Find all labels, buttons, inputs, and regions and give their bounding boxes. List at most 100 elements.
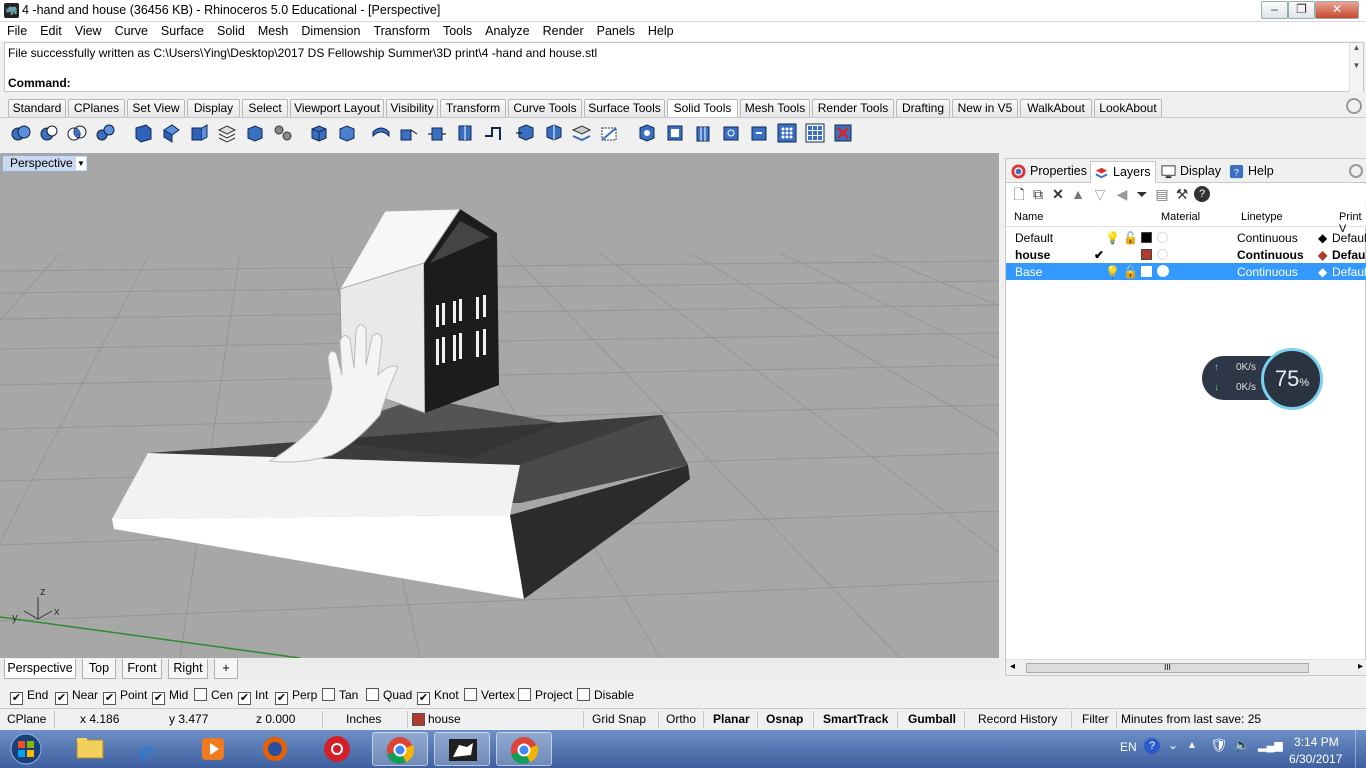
tab-viewport-layout[interactable]: Viewport Layout <box>290 99 384 117</box>
tray-chevron-icon[interactable]: ⌄ <box>1168 738 1178 752</box>
box-solid-icon[interactable] <box>244 122 266 144</box>
fillet-edge-icon[interactable] <box>370 122 392 144</box>
osnap-knot-checkbox[interactable]: ✔ <box>417 692 430 705</box>
minimize-button[interactable]: – <box>1261 1 1288 19</box>
filter-icon[interactable]: ⏷ <box>1134 186 1150 202</box>
netease-music-icon[interactable] <box>310 732 366 766</box>
move-face-icon[interactable] <box>426 122 448 144</box>
tab-lookabout[interactable]: LookAbout <box>1094 99 1162 117</box>
tray-help-icon[interactable]: ? <box>1144 738 1160 754</box>
scroll-thumb[interactable]: III <box>1026 663 1309 673</box>
osnap-disable-checkbox[interactable] <box>577 688 590 701</box>
osnap-vertex-checkbox[interactable] <box>464 688 477 701</box>
tab-new-in-v5[interactable]: New in V5 <box>952 99 1018 117</box>
tab-drafting[interactable]: Drafting <box>896 99 950 117</box>
viewport-menu-chevron-icon[interactable]: ▼ <box>76 157 86 170</box>
tray-shield-icon[interactable]: 🛡 <box>1210 737 1228 754</box>
chrome-icon[interactable] <box>372 732 428 766</box>
add-viewport-plus-icon[interactable]: + <box>214 659 238 679</box>
layer-color-swatch[interactable] <box>1141 249 1152 260</box>
command-input[interactable] <box>77 73 1347 91</box>
status-units[interactable]: Inches <box>346 712 381 726</box>
tools-icon[interactable]: ⚒ <box>1174 186 1190 202</box>
osnap-mid[interactable]: ✔ Mid <box>152 688 188 705</box>
layer-print-width[interactable]: Defaul <box>1332 231 1366 245</box>
osnap-int-checkbox[interactable]: ✔ <box>238 692 251 705</box>
layer-color-swatch[interactable] <box>1141 266 1152 277</box>
layer-linetype[interactable]: Continuous <box>1237 265 1298 279</box>
osnap-mid-checkbox[interactable]: ✔ <box>152 692 165 705</box>
menu-panels[interactable]: Panels <box>590 22 641 41</box>
menu-surface[interactable]: Surface <box>154 22 210 41</box>
move-edge-icon[interactable] <box>542 122 564 144</box>
col-linetype[interactable]: Linetype <box>1241 211 1283 223</box>
solid-box-icon[interactable] <box>308 122 330 144</box>
chamfer-edge-icon[interactable] <box>398 122 420 144</box>
osnap-project-checkbox[interactable] <box>518 688 531 701</box>
boolean-intersection-icon[interactable] <box>66 122 88 144</box>
osnap-knot[interactable]: ✔ Knot <box>417 688 459 705</box>
maximize-button[interactable]: ❐ <box>1288 1 1315 19</box>
menu-transform[interactable]: Transform <box>366 22 436 41</box>
viewport-tab-top[interactable]: Top <box>82 659 116 679</box>
layer-states-icon[interactable]: ▤ <box>1154 186 1170 202</box>
col-name[interactable]: Name <box>1014 211 1043 223</box>
layer-row-house[interactable]: house ✔ Continuous ◆ Defau <box>1006 246 1366 263</box>
memory-usage-gauge[interactable]: 75% <box>1261 348 1323 410</box>
layer-on-lightbulb-icon[interactable]: 💡 <box>1105 231 1120 245</box>
rhino-taskbar-icon[interactable] <box>434 732 490 766</box>
status-cplane[interactable]: CPlane <box>7 712 46 726</box>
clock-date[interactable]: 6/30/2017 <box>1289 752 1342 766</box>
move-up-icon[interactable]: ▲ <box>1070 186 1086 202</box>
gumball-toggle[interactable]: Gumball <box>908 712 956 726</box>
osnap-tan[interactable]: Tan <box>322 688 358 702</box>
grid-array-icon[interactable] <box>804 122 826 144</box>
array-hole-icon[interactable] <box>664 122 686 144</box>
tray-language[interactable]: EN <box>1120 740 1137 754</box>
solid-box-alt-icon[interactable] <box>336 122 358 144</box>
layer-print-width[interactable]: Defau <box>1332 248 1365 262</box>
layer-current-check[interactable]: ✔ <box>1094 248 1104 262</box>
layer-linetype[interactable]: Continuous <box>1237 231 1298 245</box>
start-button[interactable] <box>4 732 48 766</box>
layer-material-icon[interactable] <box>1157 232 1168 243</box>
layer-print-width[interactable]: Defaul <box>1332 265 1366 279</box>
menu-mesh[interactable]: Mesh <box>251 22 295 41</box>
new-sublayer-icon[interactable]: ⧉ <box>1030 186 1046 202</box>
layer-help-icon[interactable]: ? <box>1194 186 1210 202</box>
menu-file[interactable]: File <box>0 22 33 41</box>
perspective-viewport[interactable]: z y x Perspective ▼ <box>0 153 999 658</box>
menu-render[interactable]: Render <box>536 22 590 41</box>
toolbar-gear-icon[interactable] <box>1346 98 1362 114</box>
create-solid-icon[interactable] <box>598 122 620 144</box>
tab-curve-tools[interactable]: Curve Tools <box>508 99 582 117</box>
panel-tab-help[interactable]: ? Help <box>1226 161 1282 183</box>
tab-surface-tools[interactable]: Surface Tools <box>584 99 665 117</box>
ortho-toggle[interactable]: Ortho <box>666 712 696 726</box>
filter-toggle[interactable]: Filter <box>1082 712 1109 726</box>
solid-edit-icon[interactable] <box>514 122 536 144</box>
osnap-vertex[interactable]: Vertex <box>464 688 515 702</box>
menu-view[interactable]: View <box>68 22 108 41</box>
menu-dimension[interactable]: Dimension <box>294 22 366 41</box>
viewport-tab-right[interactable]: Right <box>168 659 208 679</box>
menu-curve[interactable]: Curve <box>108 22 154 41</box>
viewport-title-label[interactable]: Perspective ▼ <box>2 155 88 172</box>
file-explorer-icon[interactable] <box>62 732 118 766</box>
osnap-project[interactable]: Project <box>518 688 572 702</box>
move-to-parent-icon[interactable]: ◀ <box>1114 186 1130 202</box>
viewport-tab-perspective[interactable]: Perspective <box>4 659 76 679</box>
layer-linetype[interactable]: Continuous <box>1237 248 1304 262</box>
osnap-point-checkbox[interactable]: ✔ <box>103 692 116 705</box>
cap-planar-holes-icon[interactable] <box>160 122 182 144</box>
osnap-quad[interactable]: Quad <box>366 688 412 702</box>
extract-surface-icon[interactable] <box>132 122 154 144</box>
osnap-cen[interactable]: Cen <box>194 688 233 702</box>
tab-visibility[interactable]: Visibility <box>386 99 438 117</box>
extrude-face-icon[interactable] <box>188 122 210 144</box>
col-material[interactable]: Material <box>1161 211 1200 223</box>
tab-render-tools[interactable]: Render Tools <box>812 99 894 117</box>
tab-select[interactable]: Select <box>242 99 288 117</box>
osnap-tan-checkbox[interactable] <box>322 688 335 701</box>
tab-display[interactable]: Display <box>187 99 240 117</box>
